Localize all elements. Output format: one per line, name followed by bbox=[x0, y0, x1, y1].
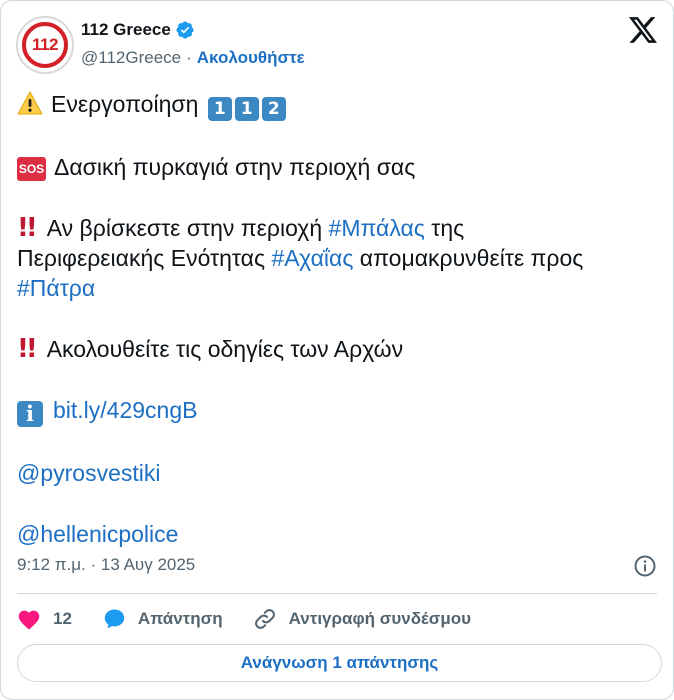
warning-icon bbox=[17, 91, 43, 115]
tweet-line-destination: #Πάτρα bbox=[17, 273, 662, 303]
divider bbox=[17, 593, 657, 594]
reply-label: Απάντηση bbox=[137, 609, 223, 628]
region-text-suffix: απομακρυνθείτε προς bbox=[353, 245, 584, 271]
tweet-timestamp[interactable]: 9:12 π.μ. · 13 Αυγ 2025 bbox=[17, 555, 195, 575]
keycap-two-icon: 2 bbox=[261, 97, 286, 121]
avatar[interactable]: 112 bbox=[16, 16, 74, 74]
instructions-text: Ακολουθείτε τις οδηγίες των Αρχών bbox=[46, 336, 404, 362]
like-button[interactable]: 12 bbox=[17, 608, 72, 630]
copy-link-label: Αντιγραφή συνδέσμου bbox=[288, 609, 472, 628]
tweet-line-fire: SOS Δασική πυρκαγιά στην περιοχή σας bbox=[17, 152, 662, 182]
author-display-name[interactable]: 112 Greece bbox=[81, 20, 171, 40]
author-handle-row: @112Greece · Ακολουθήστε bbox=[81, 48, 305, 68]
x-logo-icon[interactable] bbox=[629, 17, 657, 43]
info-circle-icon[interactable] bbox=[633, 554, 657, 578]
hashtag-achaias[interactable]: #Αχαΐας bbox=[271, 245, 353, 271]
area-text-suffix: της bbox=[424, 215, 465, 241]
verified-badge-icon bbox=[176, 21, 194, 39]
tweet-text: Ενεργοποίηση 112 SOS Δασική πυρκαγιά στην… bbox=[17, 89, 662, 549]
tweet-line-region: Περιφερειακής Ενότητας #Αχαΐας απομακρυν… bbox=[17, 243, 662, 273]
tweet-line-activation: Ενεργοποίηση 112 bbox=[17, 89, 662, 121]
mention-pyrosvestiki[interactable]: @pyrosvestiki bbox=[17, 460, 161, 486]
area-text-prefix: Αν βρίσκεστε στην περιοχή bbox=[46, 215, 329, 241]
fire-alert-text: Δασική πυρκαγιά στην περιοχή σας bbox=[54, 154, 416, 180]
information-icon: i bbox=[17, 401, 43, 427]
heart-icon bbox=[18, 610, 40, 630]
action-bar: 12 Απάντηση Αντιγραφή συνδέσμου bbox=[17, 603, 501, 635]
keycap-one-icon: 1 bbox=[207, 97, 232, 121]
like-count: 12 bbox=[53, 609, 72, 628]
sos-icon: SOS bbox=[17, 157, 46, 181]
author-name-row: 112 Greece bbox=[81, 20, 195, 40]
tweet-line-area: !! Αν βρίσκεστε στην περιοχή #Μπάλας της bbox=[17, 213, 662, 243]
tweet-card: 112 112 Greece @112Greece · Ακολουθήστε … bbox=[0, 0, 674, 700]
tweet-line-link: i bit.ly/429cngB bbox=[17, 395, 662, 427]
tweet-line-mention-police: @hellenicpolice bbox=[17, 519, 662, 549]
double-exclamation-icon: !! bbox=[17, 334, 38, 364]
info-link[interactable]: bit.ly/429cngB bbox=[53, 397, 197, 423]
keycap-one-icon: 1 bbox=[234, 97, 259, 121]
region-text-prefix: Περιφερειακής Ενότητας bbox=[17, 245, 272, 271]
tweet-line-instructions: !! Ακολουθείτε τις οδηγίες των Αρχών bbox=[17, 334, 662, 364]
follow-button[interactable]: Ακολουθήστε bbox=[197, 48, 305, 68]
reply-button[interactable]: Απάντηση bbox=[102, 607, 223, 631]
tweet-line-mention-fire: @pyrosvestiki bbox=[17, 458, 662, 488]
read-replies-button[interactable]: Ανάγνωση 1 απάντησης bbox=[17, 644, 662, 682]
double-exclamation-icon: !! bbox=[17, 213, 38, 243]
handle-separator: · bbox=[186, 48, 192, 67]
link-chain-icon bbox=[254, 609, 275, 629]
avatar-logo: 112 bbox=[22, 22, 68, 68]
avatar-logo-text: 112 bbox=[32, 35, 58, 54]
activation-text: Ενεργοποίηση bbox=[51, 91, 199, 117]
reply-bubble-icon bbox=[104, 609, 125, 629]
mention-hellenicpolice[interactable]: @hellenicpolice bbox=[17, 521, 178, 547]
hashtag-patra[interactable]: #Πάτρα bbox=[17, 275, 95, 301]
copy-link-button[interactable]: Αντιγραφή συνδέσμου bbox=[253, 607, 471, 631]
hashtag-mpalas[interactable]: #Μπάλας bbox=[329, 215, 425, 241]
author-handle[interactable]: @112Greece bbox=[81, 48, 181, 68]
